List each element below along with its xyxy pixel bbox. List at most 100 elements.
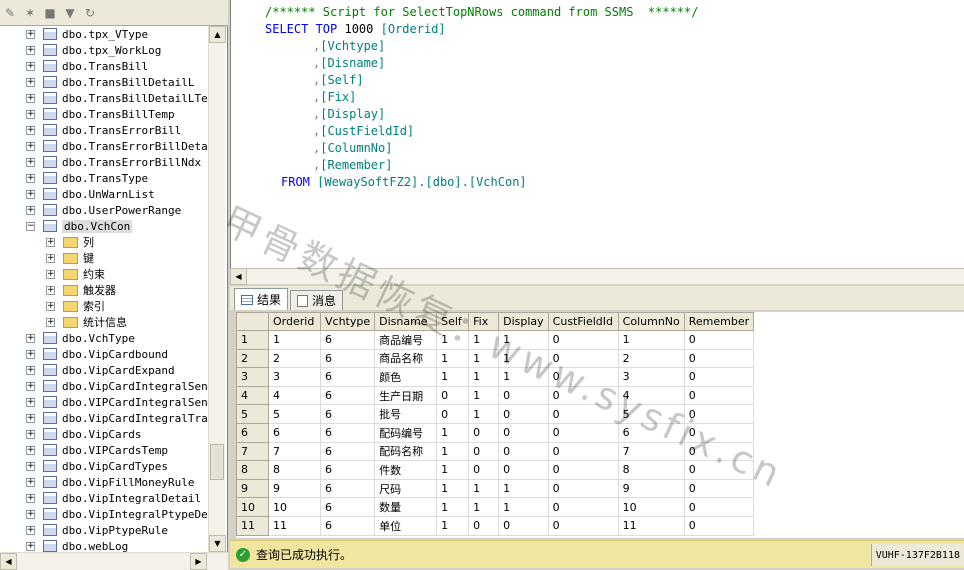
expand-icon[interactable]: + xyxy=(26,349,35,359)
expand-icon[interactable]: + xyxy=(26,445,35,455)
row-header[interactable]: 10 xyxy=(236,497,269,517)
grid-cell[interactable]: 1 xyxy=(468,478,500,499)
table-row[interactable]: 3 3 6 颜色 1 1 1 0 3 0 xyxy=(236,367,755,387)
grid-cell[interactable]: 6 xyxy=(617,422,685,443)
grid-cell[interactable]: 0 xyxy=(547,422,619,443)
tree-table-item[interactable]: + dbo.tpx_WorkLog xyxy=(26,42,161,58)
expand-icon[interactable]: + xyxy=(46,301,55,311)
tree-table-item[interactable]: + dbo.VIPCardsTemp xyxy=(26,442,168,458)
grid-cell[interactable]: 0 xyxy=(683,330,755,350)
grid-cell[interactable]: 0 xyxy=(498,422,549,443)
grid-cell[interactable]: 6 xyxy=(319,497,376,517)
grid-cell[interactable]: 1 xyxy=(436,441,470,462)
grid-cell[interactable]: 配码编号 xyxy=(374,422,438,443)
grid-cell[interactable]: 0 xyxy=(547,385,619,406)
column-header[interactable]: Remember xyxy=(683,312,755,331)
tree-table-item[interactable]: + dbo.VchType xyxy=(26,330,135,346)
table-row[interactable]: 4 4 6 生产日期 0 1 0 0 4 0 xyxy=(236,385,755,406)
grid-cell[interactable]: 3 xyxy=(617,367,685,387)
grid-cell[interactable]: 7 xyxy=(617,441,685,462)
grid-cell[interactable]: 1 xyxy=(468,348,500,369)
tree-table-item[interactable]: + dbo.TransBillDetailLTemp xyxy=(26,90,208,106)
grid-cell[interactable]: 0 xyxy=(683,515,755,536)
grid-cell[interactable]: 0 xyxy=(468,441,500,462)
grid-cell[interactable]: 5 xyxy=(617,404,685,424)
grid-cell[interactable]: 1 xyxy=(436,348,470,369)
expand-icon[interactable]: + xyxy=(26,397,35,407)
grid-cell[interactable]: 6 xyxy=(319,404,376,424)
scroll-down-button[interactable]: ▼ xyxy=(209,535,226,552)
column-header[interactable]: Fix xyxy=(468,312,500,331)
tree-folder[interactable]: + 触发器 xyxy=(46,282,116,298)
grid-cell[interactable]: 3 xyxy=(268,367,321,387)
scroll-up-button[interactable]: ▲ xyxy=(209,26,226,43)
scroll-thumb[interactable] xyxy=(210,444,224,480)
tree-folder[interactable]: + 索引 xyxy=(46,298,105,314)
table-row[interactable]: 8 8 6 件数 1 0 0 0 8 0 xyxy=(236,460,755,480)
grid-cell[interactable]: 生产日期 xyxy=(374,385,438,406)
row-header[interactable]: 8 xyxy=(236,460,269,480)
grid-cell[interactable]: 1 xyxy=(468,404,500,424)
tree-table-item[interactable]: + dbo.VipCardbound xyxy=(26,346,168,362)
row-header[interactable]: 5 xyxy=(236,404,269,424)
connect-icon[interactable]: ✎ xyxy=(2,5,18,21)
expand-icon[interactable]: + xyxy=(26,205,35,215)
expand-icon[interactable]: + xyxy=(26,493,35,503)
grid-cell[interactable]: 1 xyxy=(436,460,470,480)
tree-folder[interactable]: + 统计信息 xyxy=(46,314,127,330)
grid-cell[interactable]: 1 xyxy=(468,367,500,387)
tree-table-item[interactable]: + dbo.VipCardIntegralTrans xyxy=(26,410,208,426)
grid-cell[interactable]: 5 xyxy=(268,404,321,424)
expand-icon[interactable]: + xyxy=(46,269,55,279)
column-header[interactable]: Disname xyxy=(374,312,438,331)
tree-table-item[interactable]: + dbo.VipCardExpand xyxy=(26,362,175,378)
column-header[interactable]: ColumnNo xyxy=(617,312,685,331)
grid-cell[interactable]: 0 xyxy=(547,460,619,480)
grid-cell[interactable]: 2 xyxy=(268,348,321,369)
grid-cell[interactable]: 尺码 xyxy=(374,478,438,499)
tab-messages[interactable]: 消息 xyxy=(290,290,344,310)
grid-cell[interactable]: 1 xyxy=(498,330,549,350)
grid-cell[interactable]: 1 xyxy=(468,497,500,517)
grid-cell[interactable]: 数量 xyxy=(374,497,438,517)
expand-icon[interactable]: + xyxy=(26,333,35,343)
tree-table-item[interactable]: + dbo.TransErrorBillDetailL xyxy=(26,138,208,154)
expand-icon[interactable]: + xyxy=(26,365,35,375)
grid-cell[interactable]: 4 xyxy=(617,385,685,406)
grid-cell[interactable]: 10 xyxy=(268,497,321,517)
expand-icon[interactable]: + xyxy=(26,413,35,423)
grid-cell[interactable]: 1 xyxy=(468,330,500,350)
grid-cell[interactable]: 0 xyxy=(498,385,549,406)
tree-table-item[interactable]: + dbo.UnWarnList xyxy=(26,186,155,202)
expand-icon[interactable]: + xyxy=(26,29,35,39)
tree-folder[interactable]: + 键 xyxy=(46,250,94,266)
grid-cell[interactable]: 6 xyxy=(319,478,376,499)
grid-cell[interactable]: 0 xyxy=(498,460,549,480)
expand-icon[interactable]: + xyxy=(26,125,35,135)
tree-table-item[interactable]: + dbo.TransType xyxy=(26,170,148,186)
stop-icon[interactable]: ■ xyxy=(42,5,58,21)
grid-cell[interactable]: 件数 xyxy=(374,460,438,480)
table-row[interactable]: 2 2 6 商品名称 1 1 1 0 2 0 xyxy=(236,348,755,369)
grid-cell[interactable]: 单位 xyxy=(374,515,438,536)
tree-table-item[interactable]: + dbo.TransErrorBill xyxy=(26,122,181,138)
grid-cell[interactable]: 6 xyxy=(268,422,321,443)
expand-icon[interactable]: + xyxy=(26,157,35,167)
tree-table-item[interactable]: + dbo.VipPtypeRule xyxy=(26,522,168,538)
grid-cell[interactable]: 1 xyxy=(268,330,321,350)
tree-table-item[interactable]: + dbo.tpx_VType xyxy=(26,26,148,42)
row-header[interactable]: 7 xyxy=(236,441,269,462)
grid-cell[interactable]: 0 xyxy=(683,497,755,517)
expand-icon[interactable]: + xyxy=(26,77,35,87)
grid-cell[interactable]: 6 xyxy=(319,385,376,406)
tree-table-item[interactable]: + dbo.VipIntegralPtypeDeta xyxy=(26,506,208,522)
expand-icon[interactable]: + xyxy=(26,141,35,151)
tree-table-item[interactable]: + dbo.TransBill xyxy=(26,58,148,74)
grid-cell[interactable]: 商品名称 xyxy=(374,348,438,369)
expand-icon[interactable]: + xyxy=(26,477,35,487)
expand-icon[interactable]: + xyxy=(26,509,35,519)
editor-horizontal-scrollbar[interactable]: ◀ xyxy=(230,268,964,285)
grid-cell[interactable]: 1 xyxy=(498,348,549,369)
grid-cell[interactable]: 0 xyxy=(683,404,755,424)
grid-cell[interactable]: 1 xyxy=(498,478,549,499)
